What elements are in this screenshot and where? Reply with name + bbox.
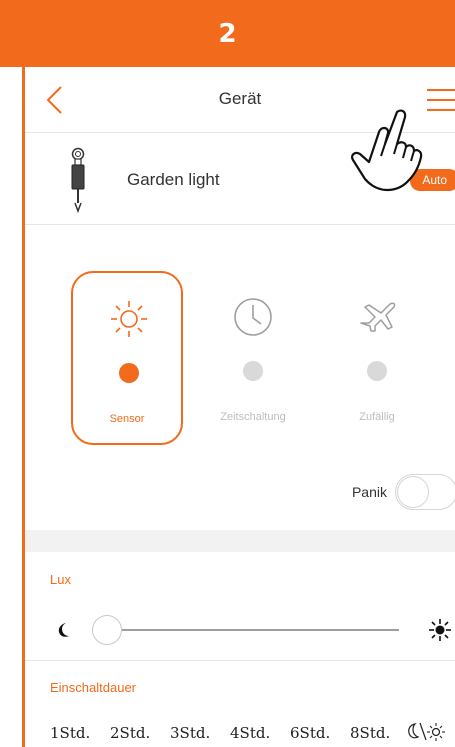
duration-option-8h[interactable]: 8Std. <box>350 724 390 742</box>
sun-icon <box>111 301 147 337</box>
frame-border <box>22 0 25 747</box>
mode-indicator-dot <box>243 361 263 381</box>
mode-selector: Sensor Zeitschaltung Zufällig <box>25 225 455 455</box>
airplane-icon <box>360 302 396 332</box>
pointing-hand-icon <box>351 109 423 192</box>
mode-label: Zeitschaltung <box>220 411 286 423</box>
mode-sensor[interactable]: Sensor <box>71 271 183 445</box>
toggle-knob <box>397 476 429 508</box>
duration-option-4h[interactable]: 4Std. <box>230 724 270 742</box>
mode-indicator-dot <box>367 361 387 381</box>
panic-toggle[interactable] <box>395 474 455 510</box>
garden-light-icon <box>71 147 85 213</box>
mode-random[interactable]: Zufällig <box>321 271 433 445</box>
section-divider <box>25 530 455 552</box>
duration-options: 1Std. 2Std. 3Std. 4Std. 6Std. 8Std. <box>50 722 455 747</box>
duration-section-title: Einschaltdauer <box>50 680 136 695</box>
duration-option-2h[interactable]: 2Std. <box>110 724 150 742</box>
mode-timer[interactable]: Zeitschaltung <box>197 271 309 445</box>
device-name: Garden light <box>127 170 220 189</box>
clock-icon <box>234 298 272 336</box>
duration-option-1h[interactable]: 1Std. <box>50 724 90 742</box>
panic-row: Panik <box>25 470 455 514</box>
panic-label: Panik <box>351 484 387 500</box>
lux-section-title: Lux <box>50 572 71 587</box>
step-banner: 2 <box>0 0 455 67</box>
step-number: 2 <box>218 18 237 49</box>
mode-label: Sensor <box>109 413 145 425</box>
dusk-to-dawn-icon[interactable] <box>406 722 446 742</box>
lux-slider-track[interactable] <box>97 629 399 631</box>
lux-slider-thumb[interactable] <box>92 615 122 645</box>
divider <box>25 660 455 661</box>
bright-sun-icon <box>429 619 451 641</box>
page-title: Gerät <box>218 89 262 108</box>
duration-option-3h[interactable]: 3Std. <box>170 724 210 742</box>
duration-option-6h[interactable]: 6Std. <box>290 724 330 742</box>
lux-slider-row <box>25 612 455 648</box>
mode-indicator-dot <box>119 363 139 383</box>
moon-icon <box>58 623 69 637</box>
mode-label: Zufällig <box>359 411 395 423</box>
